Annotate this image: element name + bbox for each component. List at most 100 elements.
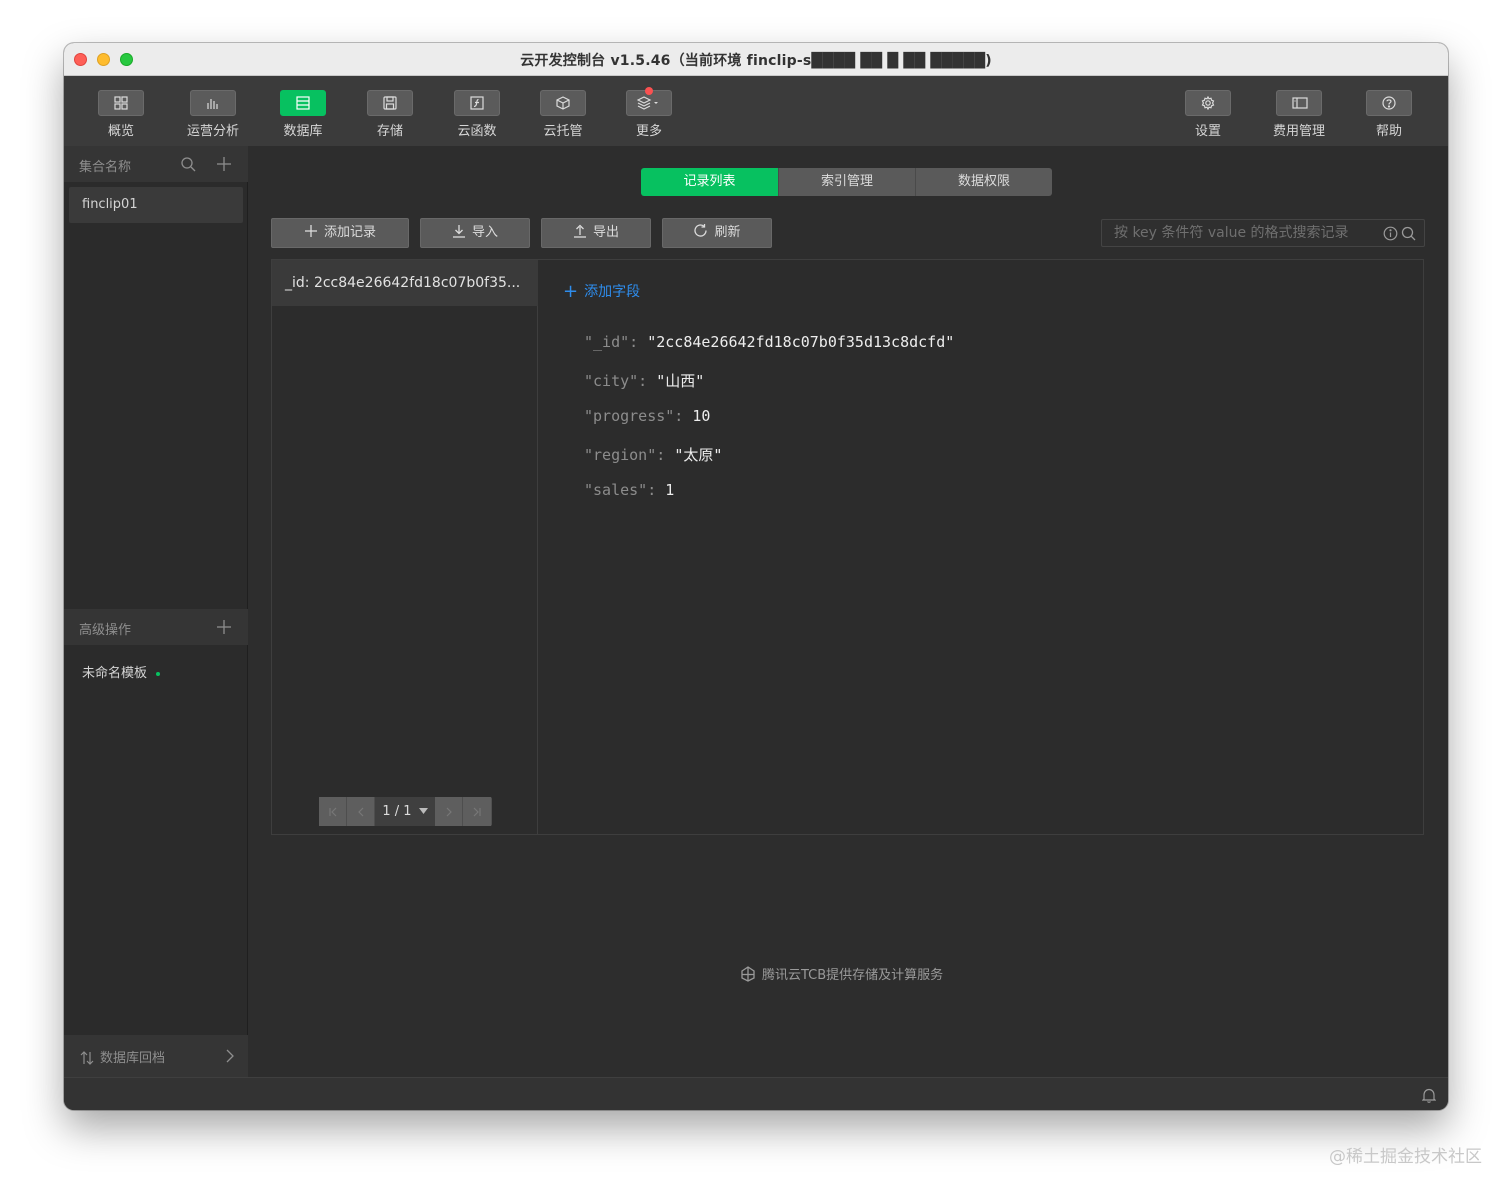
top-toolbar: 概览 运营分析 数据库 存储 云函数 云托管 更多 设置 费用管理 帮助 [64,76,1448,146]
refresh-icon [694,224,708,237]
sort-icon [80,1051,94,1065]
last-page-icon [473,807,481,816]
refresh-label: 刷新 [714,225,741,240]
toolbar-help[interactable]: 帮助 [1344,90,1434,139]
toolbar-overview[interactable]: 概览 [76,90,166,139]
field-row[interactable]: "city": "山西" [584,370,704,391]
billing-icon [1276,90,1322,116]
toolbar-help-label: 帮助 [1375,124,1402,139]
grid-icon [98,90,144,116]
field-key: "progress": [584,407,693,425]
gear-icon [1185,90,1231,116]
cube-icon [540,90,586,116]
plus-icon: + [563,281,579,302]
chevron-right-icon [446,807,452,816]
prev-page-button[interactable] [347,797,375,826]
first-page-icon [328,807,336,816]
bell-icon[interactable] [1422,1088,1436,1103]
toolbar-overview-label: 概览 [107,124,134,139]
toolbar-functions-label: 云函数 [457,124,497,139]
field-key: "sales": [584,481,666,499]
toolbar-database[interactable]: 数据库 [258,90,348,139]
toolbar-more[interactable]: 更多 [604,87,694,139]
tcb-footer-note: 腾讯云TCB提供存储及计算服务 [739,964,943,983]
toolbar-storage[interactable]: 存储 [345,90,435,139]
toolbar-database-label: 数据库 [283,124,323,139]
pagination: 1 / 1 [319,797,492,826]
field-key: "_id": [584,333,648,351]
sidebar: 集合名称 finclip01 高级操作 未命名模板 数据库回档 [64,146,248,1077]
toolbar-cloudhosting-label: 云托管 [543,124,583,139]
toolbar-analytics-label: 运营分析 [186,124,239,139]
collections-header: 集合名称 [64,146,248,182]
status-dot [156,671,161,676]
layers-icon [626,87,672,116]
search-icon[interactable] [1401,226,1416,241]
import-label: 导入 [471,225,498,240]
record-search [1101,219,1425,247]
title-bar: 云开发控制台 v1.5.46（当前环境 finclip-s████ ██ █ █… [64,43,1448,76]
toolbar-functions[interactable]: 云函数 [432,90,522,139]
tab-permissions[interactable]: 数据权限 [915,168,1052,196]
toolbar-more-label: 更多 [635,124,662,139]
field-value: "太原" [674,446,723,464]
db-rollback[interactable]: 数据库回档 [64,1035,248,1077]
add-field-button[interactable]: + 添加字段 [563,281,640,302]
first-page-button[interactable] [319,797,347,826]
search-input[interactable] [1102,220,1372,246]
plus-icon [304,225,317,237]
export-button[interactable]: 导出 [541,218,651,248]
add-field-label: 添加字段 [584,284,641,300]
toolbar-billing[interactable]: 费用管理 [1254,90,1344,139]
app-window: 云开发控制台 v1.5.46（当前环境 finclip-s████ ██ █ █… [64,43,1448,1110]
chevron-right-icon [226,1049,234,1063]
last-page-button[interactable] [463,797,491,826]
bar-chart-icon [190,90,236,116]
download-icon [452,225,465,238]
field-key: "region": [584,446,675,464]
storage-icon [367,90,413,116]
toolbar-cloudhosting[interactable]: 云托管 [518,90,608,139]
template-item-label: 未命名模板 [82,666,148,681]
collection-item[interactable]: finclip01 [69,187,243,223]
field-row[interactable]: "_id": "2cc84e26642fd18c07b0f35d13c8dcfd… [584,333,954,351]
toolbar-analytics[interactable]: 运营分析 [168,90,258,139]
template-item[interactable]: 未命名模板 [82,662,161,681]
toolbar-settings[interactable]: 设置 [1163,90,1253,139]
field-value: "山西" [656,372,705,390]
add-collection-icon[interactable] [216,156,232,172]
add-template-icon[interactable] [216,619,232,635]
help-icon [1366,90,1412,116]
field-row[interactable]: "progress": 10 [584,407,710,425]
watermark: @稀土掘金技术社区 [1329,1147,1482,1167]
record-item[interactable]: _id: 2cc84e26642fd18c07b0f35... [272,260,538,306]
window-title: 云开发控制台 v1.5.46（当前环境 finclip-s████ ██ █ █… [520,53,992,69]
field-key: "city": [584,372,657,390]
record-detail: + 添加字段 "_id": "2cc84e26642fd18c07b0f35d13… [539,260,1423,834]
collections-header-label: 集合名称 [79,160,132,175]
database-icon [280,90,326,116]
field-row[interactable]: "region": "太原" [584,444,722,465]
page-selector[interactable]: 1 / 1 [375,797,435,826]
tab-records[interactable]: 记录列表 [641,168,778,196]
advanced-header-label: 高级操作 [79,623,132,638]
toolbar-storage-label: 存储 [376,124,403,139]
tcb-footer-text: 腾讯云TCB提供存储及计算服务 [762,968,944,983]
view-tabs: 记录列表 索引管理 数据权限 [641,168,1052,196]
field-row[interactable]: "sales": 1 [584,481,674,499]
field-value: 10 [692,407,711,425]
field-value: 1 [665,481,675,499]
next-page-button[interactable] [435,797,463,826]
record-list: _id: 2cc84e26642fd18c07b0f35... 1 / 1 [272,260,538,834]
add-record-button[interactable]: 添加记录 [271,218,409,248]
toolbar-settings-label: 设置 [1194,124,1221,139]
search-icon[interactable] [180,156,196,172]
info-icon[interactable] [1383,226,1398,241]
page-indicator: 1 / 1 [382,804,412,819]
db-rollback-label: 数据库回档 [100,1051,166,1066]
tab-indexes[interactable]: 索引管理 [778,168,915,196]
field-value: "2cc84e26642fd18c07b0f35d13c8dcfd" [647,333,955,351]
refresh-button[interactable]: 刷新 [662,218,772,248]
main-area: 记录列表 索引管理 数据权限 添加记录 导入 导出 刷新 _id: 2cc84e… [249,146,1448,1077]
import-button[interactable]: 导入 [420,218,530,248]
